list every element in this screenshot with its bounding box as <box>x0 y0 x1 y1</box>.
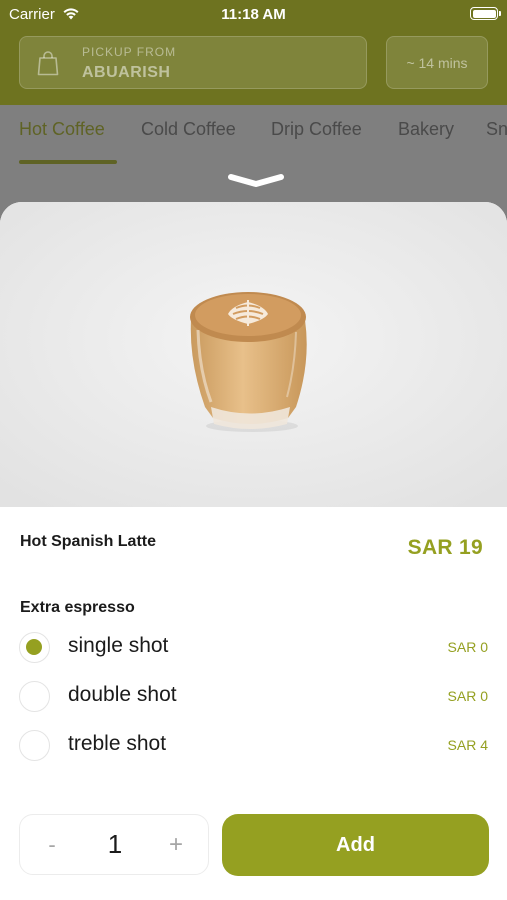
shopping-bag-icon <box>37 51 59 76</box>
option-price: SAR 0 <box>447 688 488 704</box>
eta-badge: ~ 14 mins <box>386 36 488 89</box>
quantity-value: 1 <box>107 829 123 859</box>
radio-button[interactable] <box>19 681 50 712</box>
tab-hot-coffee[interactable]: Hot Coffee <box>19 119 105 140</box>
status-time: 11:18 AM <box>221 6 286 23</box>
battery-icon <box>470 7 501 20</box>
pickup-label: PICKUP FROM <box>82 45 177 59</box>
product-name: Hot Spanish Latte <box>20 533 157 550</box>
tab-snacks[interactable]: Snacks <box>486 119 507 140</box>
option-label: double shot <box>68 683 177 706</box>
option-label: treble shot <box>68 732 167 755</box>
background-screen: Carrier 11:18 AM PICKUP FROM ABUARISH ~ … <box>0 0 507 230</box>
quantity-stepper: - 1 + <box>19 814 209 875</box>
status-bar: Carrier 11:18 AM <box>0 0 507 30</box>
increase-quantity-button[interactable]: + <box>156 815 196 874</box>
radio-button[interactable] <box>19 730 50 761</box>
eta-text: ~ 14 mins <box>406 55 468 71</box>
pickup-location: ABUARISH <box>82 64 171 81</box>
tab-bakery[interactable]: Bakery <box>398 119 454 140</box>
add-to-cart-button[interactable]: Add <box>222 814 489 876</box>
option-label: single shot <box>68 634 169 657</box>
product-sheet: Hot Spanish Latte SAR 19 Extra espresso … <box>0 202 507 900</box>
tab-cold-coffee[interactable]: Cold Coffee <box>141 119 236 140</box>
option-price: SAR 0 <box>447 639 488 655</box>
top-bar: Carrier 11:18 AM PICKUP FROM ABUARISH ~ … <box>0 0 507 105</box>
option-single-shot[interactable]: single shot SAR 0 <box>0 628 507 668</box>
latte-cup-photo <box>0 202 507 507</box>
radio-button-selected[interactable] <box>19 632 50 663</box>
product-price: SAR 19 <box>407 536 483 559</box>
option-double-shot[interactable]: double shot SAR 0 <box>0 677 507 717</box>
active-tab-indicator <box>19 160 117 164</box>
option-group-title: Extra espresso <box>20 599 135 616</box>
pickup-location-selector[interactable]: PICKUP FROM ABUARISH <box>19 36 367 89</box>
option-treble-shot[interactable]: treble shot SAR 4 <box>0 726 507 766</box>
option-price: SAR 4 <box>447 737 488 753</box>
chevron-down-icon[interactable] <box>227 173 285 187</box>
decrease-quantity-button[interactable]: - <box>32 815 72 874</box>
tab-drip-coffee[interactable]: Drip Coffee <box>271 119 362 140</box>
